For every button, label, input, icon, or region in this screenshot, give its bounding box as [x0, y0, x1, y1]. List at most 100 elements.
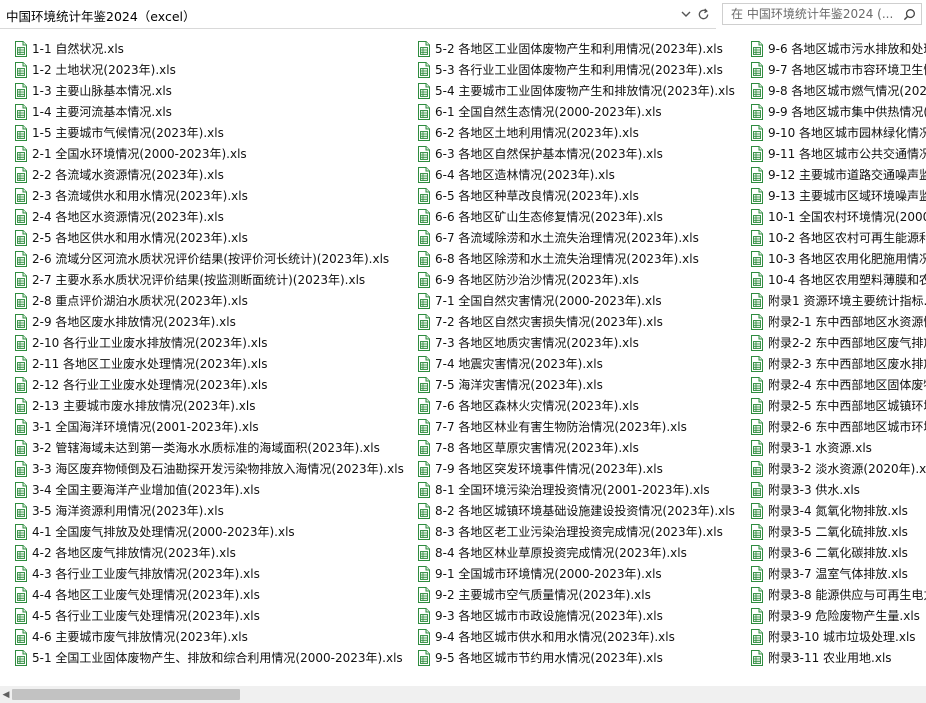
file-item[interactable]: 附录1 资源环境主要统计指标.x	[736, 290, 926, 311]
file-item[interactable]: 4-4 各地区工业废气处理情况(2023年).xls	[0, 584, 404, 605]
file-item[interactable]: 附录3-3 供水.xls	[736, 479, 926, 500]
file-item[interactable]: 2-11 各地区工业废水处理情况(2023年).xls	[0, 353, 404, 374]
file-item[interactable]: 9-5 各地区城市节约用水情况(2023年).xls	[403, 647, 735, 668]
file-item[interactable]: 6-4 各地区造林情况(2023年).xls	[403, 164, 735, 185]
file-item[interactable]: 9-10 各地区城市园林绿化情况	[736, 122, 926, 143]
file-item[interactable]: 附录2-4 东中西部地区固体废物	[736, 374, 926, 395]
refresh-icon[interactable]	[694, 4, 712, 24]
file-item[interactable]: 附录3-1 水资源.xls	[736, 437, 926, 458]
file-item[interactable]: 3-4 全国主要海洋产业增加值(2023年).xls	[0, 479, 404, 500]
file-item[interactable]: 4-2 各地区废气排放情况(2023年).xls	[0, 542, 404, 563]
file-item[interactable]: 7-9 各地区突发环境事件情况(2023年).xls	[403, 458, 735, 479]
file-item[interactable]: 附录2-6 东中西部地区城市环境	[736, 416, 926, 437]
file-item[interactable]: 8-3 各地区老工业污染治理投资完成情况(2023年).xls	[403, 521, 735, 542]
search-input[interactable]	[731, 6, 897, 22]
address-bar[interactable]: 中国环境统计年鉴2024（excel）	[0, 0, 716, 29]
file-item[interactable]: 2-1 全国水环境情况(2000-2023年).xls	[0, 143, 404, 164]
file-item[interactable]: 9-6 各地区城市污水排放和处理	[736, 38, 926, 59]
file-item[interactable]: 6-3 各地区自然保护基本情况(2023年).xls	[403, 143, 735, 164]
search-icon[interactable]	[901, 6, 917, 22]
file-item[interactable]: 7-4 地震灾害情况(2023年).xls	[403, 353, 735, 374]
file-item[interactable]: 4-6 主要城市废气排放情况(2023年).xls	[0, 626, 404, 647]
file-item[interactable]: 7-8 各地区草原灾害情况(2023年).xls	[403, 437, 735, 458]
file-item[interactable]: 9-1 全国城市环境情况(2000-2023年).xls	[403, 563, 735, 584]
file-item[interactable]: 7-6 各地区森林火灾情况(2023年).xls	[403, 395, 735, 416]
file-item[interactable]: 附录2-5 东中西部地区城镇环境	[736, 395, 926, 416]
file-item[interactable]: 6-9 各地区防沙治沙情况(2023年).xls	[403, 269, 735, 290]
file-item[interactable]: 3-5 海洋资源利用情况(2023年).xls	[0, 500, 404, 521]
file-item[interactable]: 附录2-2 东中西部地区废气排放	[736, 332, 926, 353]
file-item[interactable]: 4-1 全国废气排放及处理情况(2000-2023年).xls	[0, 521, 404, 542]
file-item[interactable]: 9-13 主要城市区域环境噪声监	[736, 185, 926, 206]
address-path[interactable]: 中国环境统计年鉴2024（excel）	[6, 6, 196, 25]
file-item[interactable]: 9-8 各地区城市燃气情况(2023	[736, 80, 926, 101]
file-item[interactable]: 6-2 各地区土地利用情况(2023年).xls	[403, 122, 735, 143]
file-item[interactable]: 5-2 各地区工业固体废物产生和利用情况(2023年).xls	[403, 38, 735, 59]
file-item[interactable]: 9-7 各地区城市市容环境卫生情	[736, 59, 926, 80]
file-item[interactable]: 9-11 各地区城市公共交通情况	[736, 143, 926, 164]
horizontal-scrollbar[interactable]: ◀	[0, 686, 926, 703]
file-item[interactable]: 3-2 管辖海域未达到第一类海水水质标准的海域面积(2023年).xls	[0, 437, 404, 458]
file-item[interactable]: 7-5 海洋灾害情况(2023年).xls	[403, 374, 735, 395]
file-item[interactable]: 2-5 各地区供水和用水情况(2023年).xls	[0, 227, 404, 248]
file-item[interactable]: 5-1 全国工业固体废物产生、排放和综合利用情况(2000-2023年).xls	[0, 647, 404, 668]
file-item[interactable]: 10-2 各地区农村可再生能源利	[736, 227, 926, 248]
file-item[interactable]: 1-3 主要山脉基本情况.xls	[0, 80, 404, 101]
file-item[interactable]: 附录3-7 温室气体排放.xls	[736, 563, 926, 584]
file-item[interactable]: 10-3 各地区农用化肥施用情况	[736, 248, 926, 269]
file-item[interactable]: 4-5 各行业工业废气处理情况(2023年).xls	[0, 605, 404, 626]
file-item[interactable]: 2-13 主要城市废水排放情况(2023年).xls	[0, 395, 404, 416]
file-item[interactable]: 9-12 主要城市道路交通噪声监	[736, 164, 926, 185]
file-item[interactable]: 1-4 主要河流基本情况.xls	[0, 101, 404, 122]
file-item[interactable]: 附录2-3 东中西部地区废水排放	[736, 353, 926, 374]
chevron-down-icon[interactable]	[677, 4, 695, 24]
file-item[interactable]: 8-1 全国环境污染治理投资情况(2001-2023年).xls	[403, 479, 735, 500]
file-item[interactable]: 7-3 各地区地质灾害情况(2023年).xls	[403, 332, 735, 353]
file-item[interactable]: 8-2 各地区城镇环境基础设施建设投资情况(2023年).xls	[403, 500, 735, 521]
file-item[interactable]: 2-2 各流域水资源情况(2023年).xls	[0, 164, 404, 185]
file-item[interactable]: 9-2 主要城市空气质量情况(2023年).xls	[403, 584, 735, 605]
file-item[interactable]: 1-2 土地状况(2023年).xls	[0, 59, 404, 80]
file-item[interactable]: 6-1 全国自然生态情况(2000-2023年).xls	[403, 101, 735, 122]
file-item[interactable]: 附录2-1 东中西部地区水资源情	[736, 311, 926, 332]
file-item[interactable]: 2-8 重点评价湖泊水质状况(2023年).xls	[0, 290, 404, 311]
file-item[interactable]: 8-4 各地区林业草原投资完成情况(2023年).xls	[403, 542, 735, 563]
file-item[interactable]: 附录3-5 二氧化硫排放.xls	[736, 521, 926, 542]
file-item[interactable]: 3-3 海区废弃物倾倒及石油勘探开发污染物排放入海情况(2023年).xls	[0, 458, 404, 479]
file-item[interactable]: 9-9 各地区城市集中供热情况(	[736, 101, 926, 122]
file-item[interactable]: 6-5 各地区种草改良情况(2023年).xls	[403, 185, 735, 206]
file-item[interactable]: 3-1 全国海洋环境情况(2001-2023年).xls	[0, 416, 404, 437]
file-item[interactable]: 1-5 主要城市气候情况(2023年).xls	[0, 122, 404, 143]
file-item[interactable]: 2-6 流域分区河流水质状况评价结果(按评价河长统计)(2023年).xls	[0, 248, 404, 269]
file-item[interactable]: 附录3-6 二氧化碳排放.xls	[736, 542, 926, 563]
file-item[interactable]: 附录3-11 农业用地.xls	[736, 647, 926, 668]
file-item[interactable]: 附录3-10 城市垃圾处理.xls	[736, 626, 926, 647]
search-box[interactable]	[722, 3, 922, 25]
file-item[interactable]: 2-3 各流域供水和用水情况(2023年).xls	[0, 185, 404, 206]
file-item[interactable]: 2-10 各行业工业废水排放情况(2023年).xls	[0, 332, 404, 353]
file-item[interactable]: 6-6 各地区矿山生态修复情况(2023年).xls	[403, 206, 735, 227]
file-item[interactable]: 7-7 各地区林业有害生物防治情况(2023年).xls	[403, 416, 735, 437]
file-item[interactable]: 4-3 各行业工业废气排放情况(2023年).xls	[0, 563, 404, 584]
file-item[interactable]: 7-2 各地区自然灾害损失情况(2023年).xls	[403, 311, 735, 332]
file-item[interactable]: 7-1 全国自然灾害情况(2000-2023年).xls	[403, 290, 735, 311]
file-item[interactable]: 9-4 各地区城市供水和用水情况(2023年).xls	[403, 626, 735, 647]
scrollbar-thumb[interactable]	[12, 689, 240, 700]
file-item[interactable]: 附录3-2 淡水资源(2020年).xls	[736, 458, 926, 479]
file-item[interactable]: 附录3-8 能源供应与可再生电力	[736, 584, 926, 605]
file-item[interactable]: 2-7 主要水系水质状况评价结果(按监测断面统计)(2023年).xls	[0, 269, 404, 290]
file-item[interactable]: 附录3-4 氮氧化物排放.xls	[736, 500, 926, 521]
file-item[interactable]: 2-4 各地区水资源情况(2023年).xls	[0, 206, 404, 227]
file-item[interactable]: 9-3 各地区城市市政设施情况(2023年).xls	[403, 605, 735, 626]
file-item[interactable]: 附录3-9 危险废物产生量.xls	[736, 605, 926, 626]
file-item[interactable]: 10-4 各地区农用塑料薄膜和农	[736, 269, 926, 290]
file-item[interactable]: 2-12 各行业工业废水处理情况(2023年).xls	[0, 374, 404, 395]
file-item[interactable]: 6-8 各地区除涝和水土流失治理情况(2023年).xls	[403, 248, 735, 269]
file-item[interactable]: 2-9 各地区废水排放情况(2023年).xls	[0, 311, 404, 332]
scroll-left-icon[interactable]: ◀	[2, 689, 10, 700]
file-item[interactable]: 5-3 各行业工业固体废物产生和利用情况(2023年).xls	[403, 59, 735, 80]
file-item[interactable]: 1-1 自然状况.xls	[0, 38, 404, 59]
file-item[interactable]: 10-1 全国农村环境情况(2000-	[736, 206, 926, 227]
file-item[interactable]: 6-7 各流域除涝和水土流失治理情况(2023年).xls	[403, 227, 735, 248]
file-item[interactable]: 5-4 主要城市工业固体废物产生和排放情况(2023年).xls	[403, 80, 735, 101]
